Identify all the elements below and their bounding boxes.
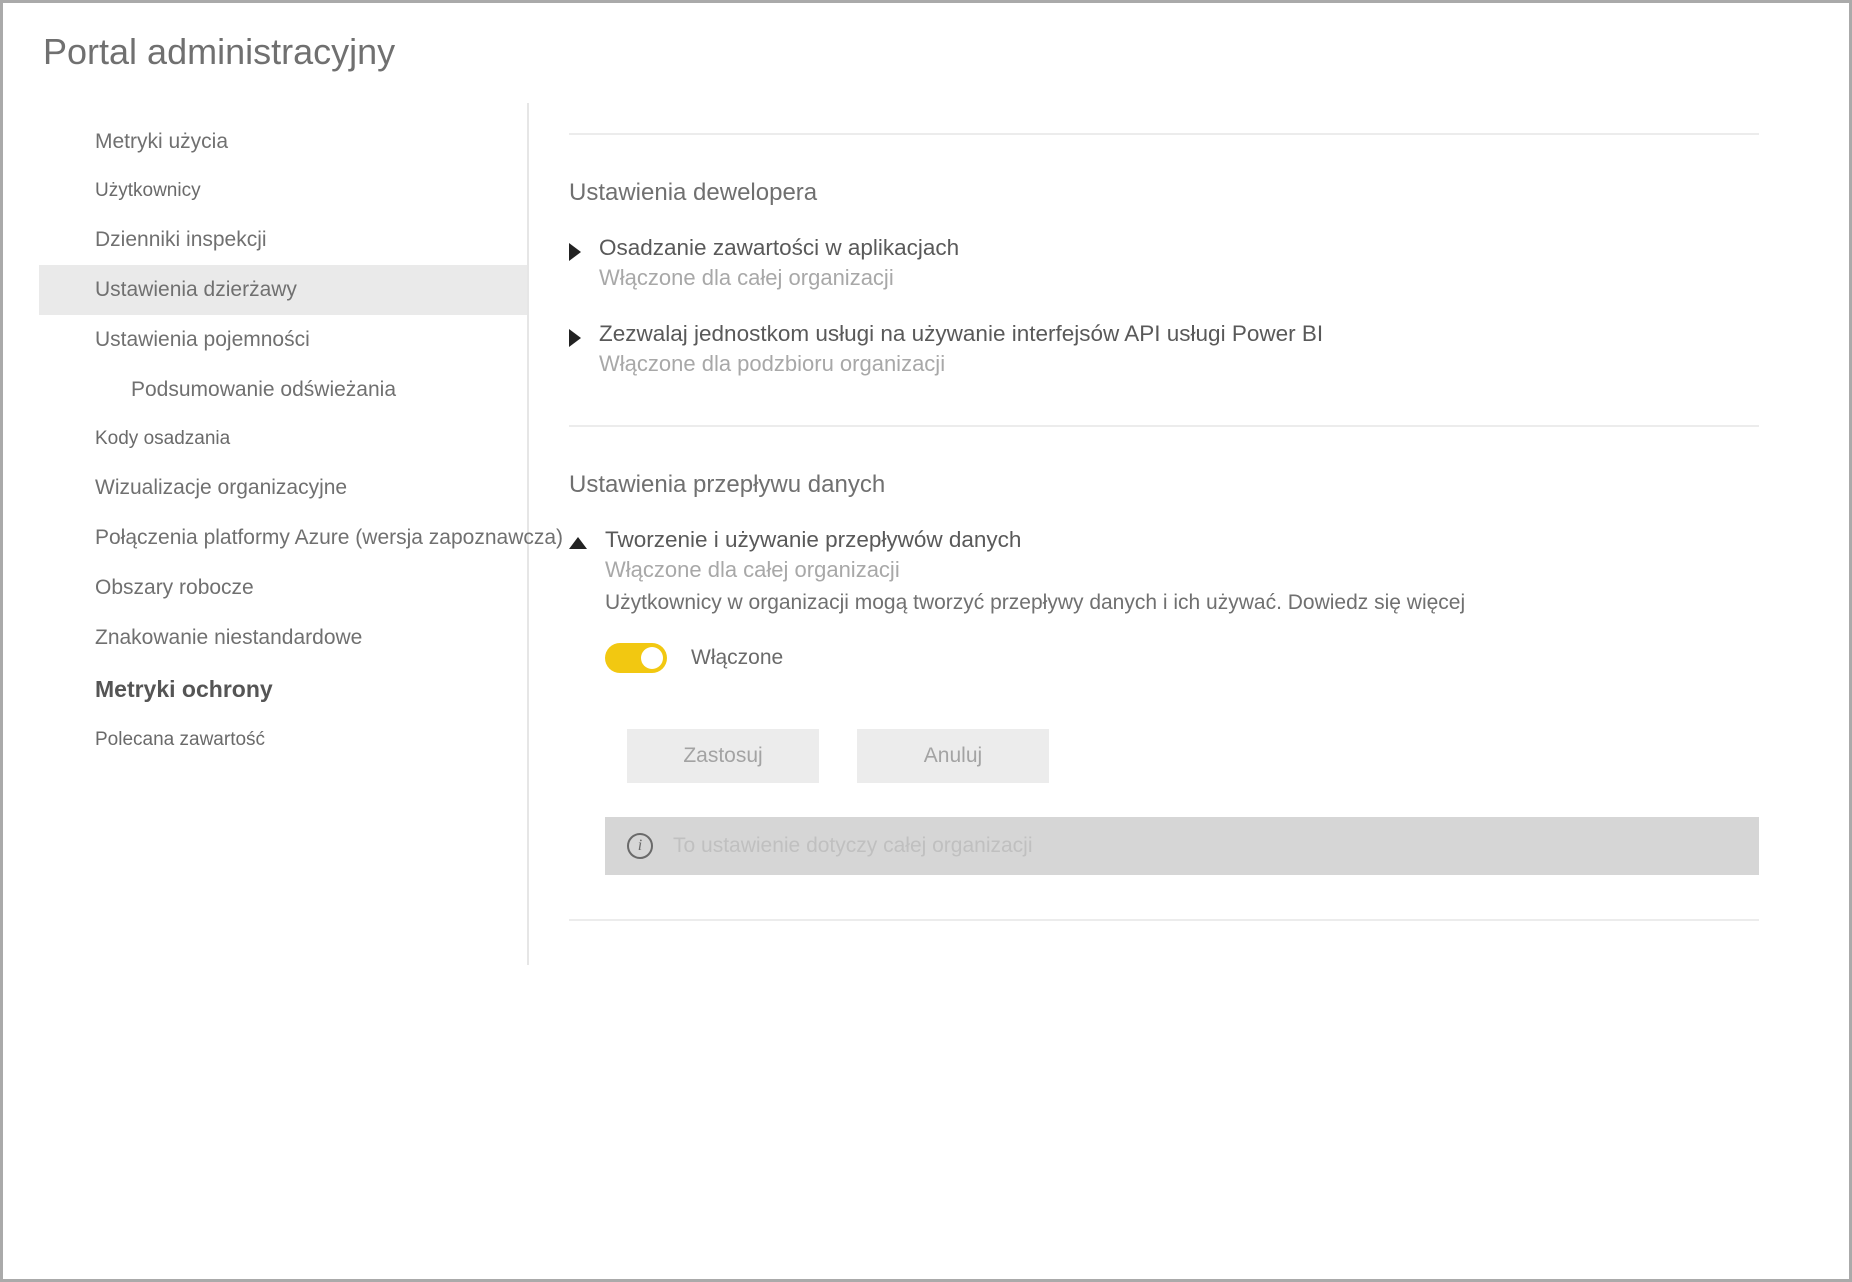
page-title: Portal administracyjny [43,31,1813,73]
setting-description: Użytkownicy w organizacji mogą tworzyć p… [605,591,1759,615]
sidebar-item-audit-logs[interactable]: Dzienniki inspekcji [39,215,527,265]
setting-embed-content[interactable]: Osadzanie zawartości w aplikacjach Włącz… [569,235,1759,295]
sidebar-item-azure-connections[interactable]: Połączenia platformy Azure (wersja zapoz… [39,513,527,563]
cancel-button[interactable]: Anuluj [857,729,1049,783]
caret-up-icon [569,537,587,549]
setting-status: Włączone dla całej organizacji [605,557,1759,583]
setting-status: Włączone dla całej organizacji [599,265,1759,291]
section-divider [569,919,1759,921]
toggle-label: Włączone [691,646,783,670]
setting-label: Tworzenie i używanie przepływów danych [605,527,1759,553]
sidebar-item-featured-content[interactable]: Polecana zawartość [39,716,527,764]
toggle-enabled[interactable] [605,643,667,673]
setting-status: Włączone dla podzbioru organizacji [599,351,1759,377]
sidebar-item-usage-metrics[interactable]: Metryki użycia [39,117,527,167]
sidebar-item-org-visuals[interactable]: Wizualizacje organizacyjne [39,463,527,513]
section-title-dataflow: Ustawienia przepływu danych [569,471,1759,499]
info-banner-text: To ustawienie dotyczy całej organizacji [673,834,1033,858]
section-divider [569,425,1759,427]
info-banner: i To ustawienie dotyczy całej organizacj… [605,817,1759,875]
toggle-knob [641,647,663,669]
sidebar-item-refresh-summary[interactable]: Podsumowanie odświeżania [39,365,527,415]
main-content: Ustawienia dewelopera Osadzanie zawartoś… [569,103,1813,965]
setting-api-service-principals[interactable]: Zezwalaj jednostkom usługi na używanie i… [569,321,1759,381]
button-row: Zastosuj Anuluj [627,729,1759,783]
info-icon: i [627,833,653,859]
caret-right-icon [569,243,581,261]
setting-label: Osadzanie zawartości w aplikacjach [599,235,1759,261]
sidebar-item-users[interactable]: Użytkownicy [39,167,527,215]
sidebar-item-protection-metrics[interactable]: Metryki ochrony [39,663,527,716]
sidebar-nav: Metryki użycia Użytkownicy Dzienniki ins… [39,103,529,965]
setting-dataflow-create[interactable]: Tworzenie i używanie przepływów danych W… [569,527,1759,875]
sidebar-item-workspaces[interactable]: Obszary robocze [39,563,527,613]
section-title-developer: Ustawienia dewelopera [569,179,1759,207]
sidebar-item-capacity-settings[interactable]: Ustawienia pojemności [39,315,527,365]
sidebar-item-embed-codes[interactable]: Kody osadzania [39,415,527,463]
section-divider [569,133,1759,135]
apply-button[interactable]: Zastosuj [627,729,819,783]
sidebar-item-tenant-settings[interactable]: Ustawienia dzierżawy [39,265,527,315]
caret-right-icon [569,329,581,347]
setting-label: Zezwalaj jednostkom usługi na używanie i… [599,321,1759,347]
toggle-row: Włączone [605,643,1759,673]
sidebar-item-custom-branding[interactable]: Znakowanie niestandardowe [39,613,527,663]
